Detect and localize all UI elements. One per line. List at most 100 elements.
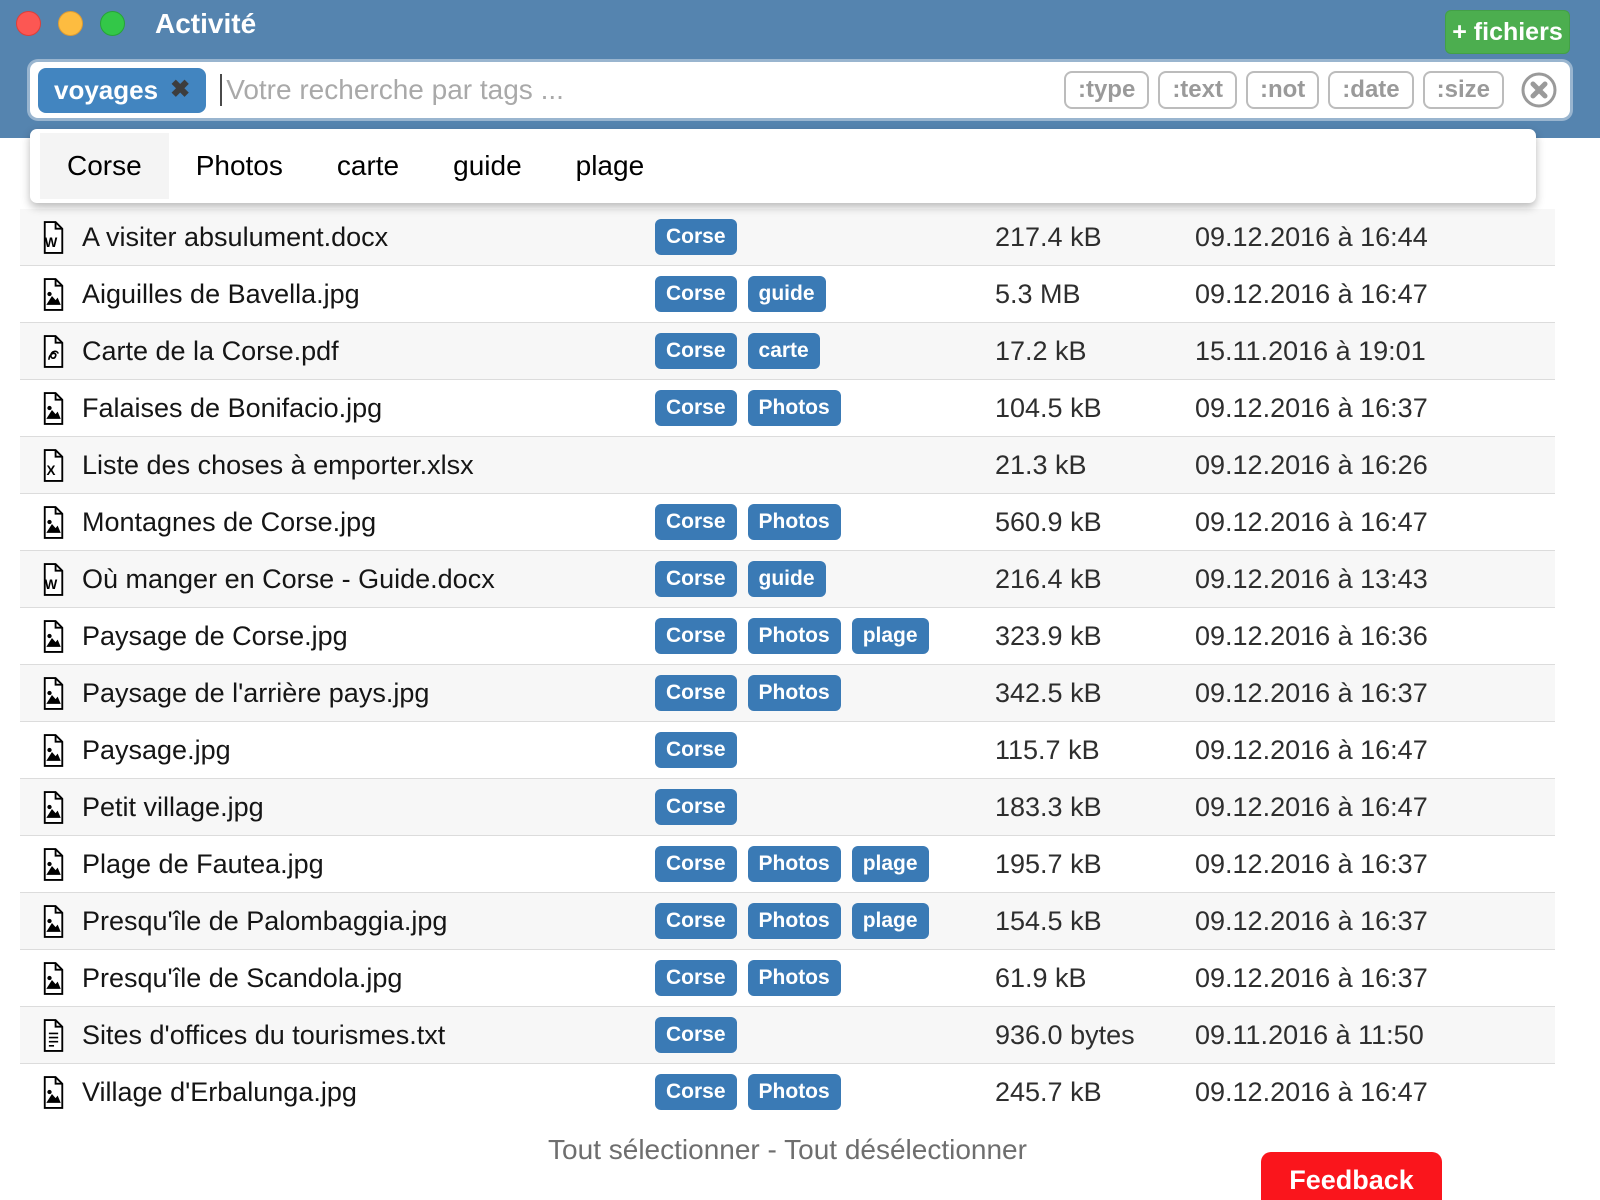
- file-tags: Corse: [655, 1017, 995, 1053]
- file-date: 09.12.2016 à 16:47: [1195, 792, 1555, 823]
- search-bar[interactable]: voyages ✖ :type:text:not:date :size: [30, 62, 1570, 118]
- file-name: Village d'Erbalunga.jpg: [82, 1077, 655, 1108]
- file-row[interactable]: X Liste des choses à emporter.xlsx 21.3 …: [20, 437, 1555, 494]
- file-row[interactable]: Petit village.jpg Corse 183.3 kB 09.12.2…: [20, 779, 1555, 836]
- file-row[interactable]: Paysage de Corse.jpg CorsePhotosplage 32…: [20, 608, 1555, 665]
- add-files-button[interactable]: + fichiers: [1445, 10, 1570, 54]
- file-date: 09.12.2016 à 13:43: [1195, 564, 1555, 595]
- tag-badge[interactable]: plage: [852, 618, 929, 654]
- file-row[interactable]: Presqu'île de Scandola.jpg CorsePhotos 6…: [20, 950, 1555, 1007]
- tag-badge[interactable]: Corse: [655, 789, 737, 825]
- file-row[interactable]: Montagnes de Corse.jpg CorsePhotos 560.9…: [20, 494, 1555, 551]
- tag-badge[interactable]: guide: [748, 561, 826, 597]
- tag-badge[interactable]: carte: [748, 333, 820, 369]
- file-row[interactable]: W Où manger en Corse - Guide.docx Corseg…: [20, 551, 1555, 608]
- file-row[interactable]: Paysage.jpg Corse 115.7 kB 09.12.2016 à …: [20, 722, 1555, 779]
- tag-badge[interactable]: Corse: [655, 276, 737, 312]
- suggestion-item[interactable]: guide: [426, 133, 549, 199]
- file-date: 09.12.2016 à 16:47: [1195, 279, 1555, 310]
- tag-badge[interactable]: Corse: [655, 732, 737, 768]
- tag-badge[interactable]: Corse: [655, 504, 737, 540]
- file-row[interactable]: Paysage de l'arrière pays.jpg CorsePhoto…: [20, 665, 1555, 722]
- file-row[interactable]: Carte de la Corse.pdf Corsecarte 17.2 kB…: [20, 323, 1555, 380]
- pdf-file-icon: [20, 335, 82, 368]
- word-file-icon: W: [20, 563, 82, 596]
- feedback-button[interactable]: Feedback: [1261, 1152, 1442, 1200]
- filter-chip-date[interactable]: :date: [1328, 71, 1413, 109]
- filter-chip-text[interactable]: :text: [1158, 71, 1237, 109]
- image-file-icon: [20, 962, 82, 995]
- suggestion-item[interactable]: Photos: [169, 133, 310, 199]
- file-row[interactable]: W A visiter absulument.docx Corse 217.4 …: [20, 209, 1555, 266]
- file-name: Montagnes de Corse.jpg: [82, 507, 655, 538]
- filter-chip-not[interactable]: :not: [1246, 71, 1319, 109]
- file-name: Où manger en Corse - Guide.docx: [82, 564, 655, 595]
- image-file-icon: [20, 392, 82, 425]
- close-window-icon[interactable]: [16, 11, 41, 36]
- file-row[interactable]: Village d'Erbalunga.jpg Corse Photos 245.…: [20, 1064, 1555, 1120]
- filter-chip-size[interactable]: :size: [1423, 71, 1504, 109]
- tag-badge[interactable]: plage: [852, 846, 929, 882]
- tag-badge[interactable]: Corse: [655, 903, 737, 939]
- suggestion-item[interactable]: carte: [310, 133, 426, 199]
- file-row[interactable]: Plage de Fautea.jpg CorsePhotosplage 195…: [20, 836, 1555, 893]
- app-window: Activité + fichiers voyages✖ :type:text:…: [0, 0, 1600, 1200]
- deselect-all-link[interactable]: Tout désélectionner: [784, 1134, 1027, 1165]
- tag-badge[interactable]: Corse: [655, 390, 737, 426]
- file-row[interactable]: Falaises de Bonifacio.jpg CorsePhotos 10…: [20, 380, 1555, 437]
- zoom-window-icon[interactable]: [100, 11, 125, 36]
- file-size: 323.9 kB: [995, 621, 1195, 652]
- minimize-window-icon[interactable]: [58, 11, 83, 36]
- tag-badge[interactable]: Photos: [748, 846, 841, 882]
- suggestion-item[interactable]: plage: [549, 133, 672, 199]
- tag-badge[interactable]: Corse: [655, 846, 737, 882]
- remove-tag-icon[interactable]: ✖: [170, 78, 190, 102]
- file-name: Sites d'offices du tourismes.txt: [82, 1020, 655, 1051]
- search-tag-label: voyages: [54, 75, 158, 106]
- image-file-icon: [20, 848, 82, 881]
- search-tag-pill[interactable]: voyages ✖: [38, 68, 206, 113]
- svg-text:X: X: [46, 462, 55, 477]
- tag-badge[interactable]: Photos: [748, 618, 841, 654]
- tag-badge[interactable]: Corse: [655, 675, 737, 711]
- tag-badge[interactable]: Photos: [748, 1074, 841, 1110]
- file-name: Petit village.jpg: [82, 792, 655, 823]
- file-date: 09.12.2016 à 16:37: [1195, 393, 1555, 424]
- file-row[interactable]: Presqu'île de Palombaggia.jpg CorsePhoto…: [20, 893, 1555, 950]
- file-size: 217.4 kB: [995, 222, 1195, 253]
- tag-badge[interactable]: Photos: [748, 675, 841, 711]
- tag-badge[interactable]: Photos: [748, 390, 841, 426]
- file-row[interactable]: Sites d'offices du tourismes.txt Corse 9…: [20, 1007, 1555, 1064]
- tag-badge[interactable]: Corse: [655, 1017, 737, 1053]
- search-input[interactable]: [224, 73, 1064, 107]
- tag-badge[interactable]: Corse: [655, 561, 737, 597]
- file-size: 342.5 kB: [995, 678, 1195, 709]
- file-date: 09.12.2016 à 16:36: [1195, 621, 1555, 652]
- file-size: 245.7 kB: [995, 1077, 1195, 1108]
- file-date: 09.12.2016 à 16:37: [1195, 849, 1555, 880]
- file-size: 936.0 bytes: [995, 1020, 1195, 1051]
- file-date: 09.12.2016 à 16:37: [1195, 678, 1555, 709]
- tag-badge[interactable]: plage: [852, 903, 929, 939]
- title-bar: Activité + fichiers voyages✖ :type:text:…: [0, 0, 1600, 138]
- tag-badge[interactable]: Photos: [748, 960, 841, 996]
- file-size: 216.4 kB: [995, 564, 1195, 595]
- select-all-link[interactable]: Tout sélectionner: [548, 1134, 760, 1165]
- tag-badge[interactable]: Photos: [748, 903, 841, 939]
- tag-badge[interactable]: Corse: [655, 960, 737, 996]
- file-row[interactable]: Aiguilles de Bavella.jpg Corseguide 5.3 …: [20, 266, 1555, 323]
- tag-badge[interactable]: Corse: [655, 1074, 737, 1110]
- tag-badge[interactable]: Corse: [655, 333, 737, 369]
- file-tags: Corse Photos: [655, 960, 995, 996]
- file-date: 09.12.2016 à 16:47: [1195, 735, 1555, 766]
- filter-chip-type[interactable]: :type: [1064, 71, 1149, 109]
- tag-badge[interactable]: Corse: [655, 618, 737, 654]
- file-size: 61.9 kB: [995, 963, 1195, 994]
- suggestion-item[interactable]: Corse: [40, 133, 169, 199]
- tag-badge[interactable]: guide: [748, 276, 826, 312]
- circle-x-icon[interactable]: [1520, 71, 1558, 109]
- tag-badge[interactable]: Photos: [748, 504, 841, 540]
- tag-badge[interactable]: Corse: [655, 219, 737, 255]
- file-size: 195.7 kB: [995, 849, 1195, 880]
- file-size: 104.5 kB: [995, 393, 1195, 424]
